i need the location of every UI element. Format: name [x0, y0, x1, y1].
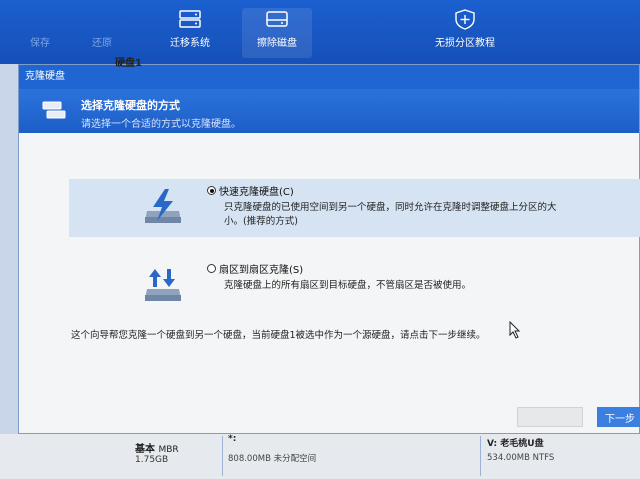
wipe-disk-icon: [266, 11, 288, 27]
clone-disk-icon: [42, 101, 66, 119]
option-quick-clone[interactable]: 快速克隆硬盘(C) 只克隆硬盘的已使用空间到另一个硬盘，同时允许在克隆时调整硬盘…: [69, 179, 640, 237]
partition-divider: [480, 436, 481, 476]
clone-disk-dialog: 克隆硬盘 选择克隆硬盘的方式 请选择一个合适的方式以克隆硬盘。 快速克隆硬盘(C…: [18, 64, 640, 434]
partition-info: 534.00MB NTFS: [487, 453, 555, 463]
sector-clone-icon: [145, 269, 181, 301]
sector-clone-radio[interactable]: [207, 264, 216, 273]
partition-divider: [222, 436, 223, 476]
disk-type: 基本: [135, 444, 155, 455]
partition-label: V: 老毛桃U盘: [487, 439, 544, 449]
toolbar-partition-tutorial-button[interactable]: 无损分区教程: [420, 8, 510, 58]
toolbar-wipe-disk-button[interactable]: 擦除磁盘: [242, 8, 312, 58]
toolbar-migrate-system-button[interactable]: 迁移系统: [160, 8, 220, 58]
migrate-system-icon: [179, 10, 201, 28]
app-toolbar: 保存 还原 迁移系统 擦除磁盘 无损分区教程: [0, 0, 640, 64]
disk-scheme: MBR: [158, 445, 179, 455]
toolbar-dim-label: 还原: [92, 38, 112, 49]
option-sector-clone[interactable]: 扇区到扇区克隆(S) 克隆硬盘上的所有扇区到目标硬盘，不管扇区是否被使用。: [69, 257, 640, 315]
option-description: 只克隆硬盘的已使用空间到另一个硬盘，同时允许在克隆时调整硬盘上分区的大小。(推荐…: [224, 202, 557, 227]
dialog-header: 选择克隆硬盘的方式 请选择一个合适的方式以克隆硬盘。: [19, 89, 639, 133]
disk-header-label: 硬盘1: [115, 58, 142, 69]
option-label: 扇区到扇区克隆(S): [219, 265, 304, 276]
disk-type-label: 基本 MBR: [135, 440, 179, 455]
wizard-hint-text: 这个向导帮您克隆一个硬盘到另一个硬盘，当前硬盘1被选中作为一个源硬盘，请点击下一…: [71, 330, 486, 341]
quick-clone-radio[interactable]: [207, 186, 216, 195]
partition-info: 808.00MB 未分配空间: [228, 454, 317, 464]
toolbar-item-label: 无损分区教程: [435, 38, 495, 49]
mouse-cursor-icon: [509, 321, 521, 339]
toolbar-dim-label: 保存: [30, 38, 50, 49]
quick-clone-icon: [145, 189, 181, 223]
partition-label: *:: [228, 434, 237, 444]
header-title: 选择克隆硬盘的方式: [81, 99, 180, 112]
toolbar-item-label: 迁移系统: [170, 38, 210, 49]
left-panel-edge: [0, 64, 18, 479]
option-label: 快速克隆硬盘(C): [219, 187, 294, 198]
disk-size: 1.75GB: [135, 455, 169, 465]
plus-shield-icon: [455, 9, 475, 30]
option-description: 克隆硬盘上的所有扇区到目标硬盘，不管扇区是否被使用。: [224, 280, 472, 291]
next-button[interactable]: 下一步: [597, 407, 640, 427]
header-subtitle: 请选择一个合适的方式以克隆硬盘。: [81, 119, 241, 130]
toolbar-item-label: 擦除磁盘: [257, 38, 297, 49]
dialog-titlebar[interactable]: 克隆硬盘: [19, 65, 639, 89]
back-button[interactable]: [517, 407, 583, 427]
